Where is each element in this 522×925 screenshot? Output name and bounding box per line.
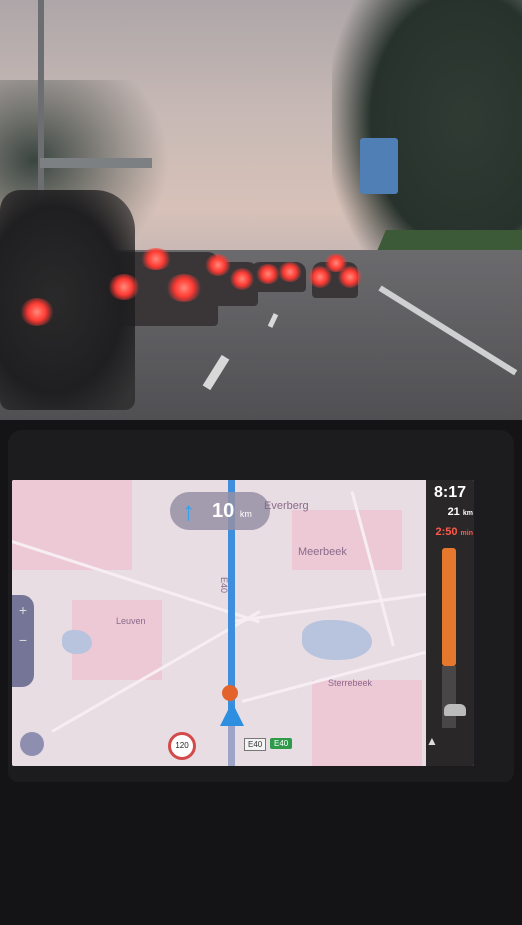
brake-light — [278, 262, 302, 282]
road-shield: E40 — [244, 738, 267, 751]
water-area — [302, 620, 372, 660]
instruction-distance: 10 km — [212, 500, 252, 522]
brake-light — [166, 274, 202, 302]
car-icon — [444, 704, 466, 716]
zoom-in-icon[interactable]: + — [12, 595, 34, 625]
zoom-control[interactable]: + − — [12, 595, 34, 687]
map-area — [12, 480, 132, 570]
brake-light — [20, 298, 54, 326]
water-area — [62, 630, 92, 654]
brake-light — [140, 248, 172, 270]
traffic-delay: 2:50 min — [435, 526, 473, 538]
map-label-road: E40 — [219, 576, 230, 594]
arrow-up-icon: ↑ — [182, 496, 195, 526]
car-left-lane — [0, 190, 135, 410]
main-menu-button[interactable] — [20, 732, 44, 756]
brake-light — [108, 274, 140, 300]
road-shield: E40 — [270, 738, 293, 749]
chevron-up-icon: ▲ — [426, 734, 438, 748]
brake-light — [205, 254, 231, 276]
overhead-gantry — [40, 158, 152, 168]
remaining-distance: 21 km — [447, 506, 473, 518]
next-instruction-panel[interactable]: ↑ 10 km — [170, 492, 270, 530]
route-progress-bar — [442, 666, 456, 728]
navigation-screen[interactable]: ↑ 10 km Everberg Meerbeek Leuven Sterreb… — [12, 480, 474, 766]
map-label-town: Leuven — [116, 616, 146, 626]
brake-light — [324, 254, 348, 272]
brake-light — [256, 264, 280, 284]
map-area — [312, 680, 422, 766]
map-road — [231, 592, 431, 623]
brake-light — [230, 268, 254, 290]
clock: 8:17 — [433, 484, 467, 501]
map-area — [292, 510, 402, 570]
position-arrow-icon — [220, 702, 244, 726]
route-bar[interactable]: 8:17 21 km 2:50 min ▲ — [426, 480, 474, 766]
light-pole — [38, 0, 44, 200]
waypoint-marker — [222, 685, 238, 701]
map-label-town: Sterrebeek — [328, 678, 373, 688]
map-label-town: Everberg — [264, 500, 309, 512]
photo-scene: ↑ 10 km Everberg Meerbeek Leuven Sterreb… — [0, 0, 522, 925]
traffic-jam-bar — [442, 548, 456, 666]
map-label-town: Meerbeek — [298, 546, 347, 558]
zoom-out-icon[interactable]: − — [12, 625, 34, 655]
road-sign — [360, 138, 398, 194]
speed-limit-sign: 120 — [168, 732, 196, 760]
